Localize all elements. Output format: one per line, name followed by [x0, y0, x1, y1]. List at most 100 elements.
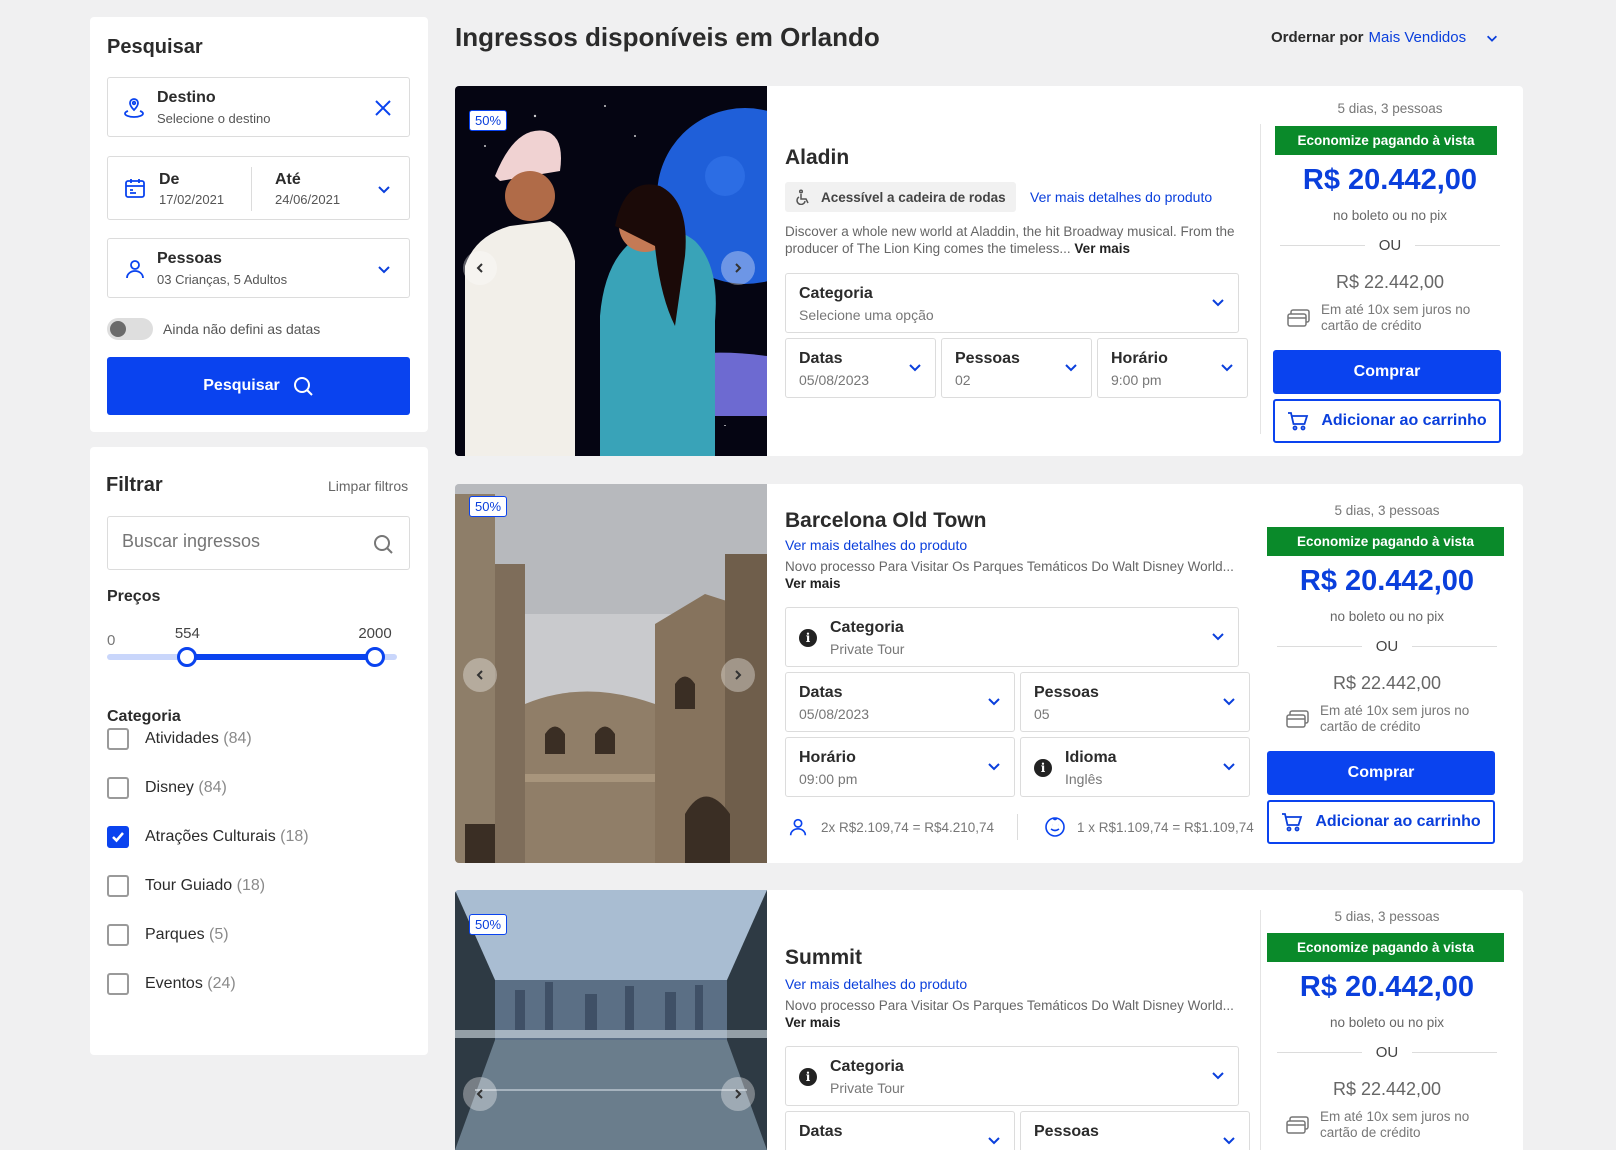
category-count: (18)	[280, 828, 309, 845]
ticket-search-input[interactable]	[122, 531, 362, 552]
people-select[interactable]: Pessoas 05	[1020, 672, 1250, 732]
image-prev-button[interactable]	[463, 251, 497, 285]
installments-text: Em até 10x sem juros no cartão de crédit…	[1321, 302, 1471, 333]
add-to-cart-button[interactable]: Adicionar ao carrinho	[1267, 800, 1495, 844]
from-label: De	[159, 171, 180, 188]
close-icon[interactable]	[374, 99, 392, 117]
price-old: R$ 22.442,00	[1335, 272, 1445, 292]
time-select[interactable]: Horário 09:00 pm	[785, 737, 1015, 797]
category-checkbox[interactable]	[107, 875, 129, 897]
category-option-label[interactable]: Tour Guiado (18)	[145, 877, 265, 895]
adult-icon	[789, 818, 807, 836]
people-select[interactable]: Pessoas	[1020, 1111, 1250, 1150]
price-slider-low-handle[interactable]	[177, 647, 198, 667]
category-select[interactable]: i Categoria Private Tour	[785, 607, 1239, 667]
category-name: Eventos	[145, 975, 203, 992]
chevron-down-icon[interactable]	[376, 261, 392, 277]
dates-select-value: 05/08/2023	[799, 706, 870, 722]
category-checkbox[interactable]	[107, 777, 129, 799]
price-value: R$ 20.442,00	[1299, 971, 1475, 1003]
category-name: Atrações Culturais	[145, 828, 276, 845]
add-to-cart-button[interactable]: Adicionar ao carrinho	[1273, 399, 1501, 443]
people-value: 03 Crianças, 5 Adultos	[157, 272, 288, 287]
details-link[interactable]: Ver mais detalhes do produto	[785, 976, 967, 992]
chevron-left-icon	[476, 670, 483, 680]
price-method: no boleto ou no pix	[1332, 208, 1448, 223]
category-option-label[interactable]: Disney (84)	[145, 779, 227, 797]
product-card-summit: 50% Summit Ver mais detalhes do produto …	[455, 890, 1523, 1150]
category-checkbox[interactable]	[107, 826, 129, 848]
clear-filters-link[interactable]: Limpar filtros	[328, 478, 408, 494]
dates-select-value: 05/08/2023	[799, 372, 870, 388]
price-slider-track[interactable]	[107, 647, 397, 667]
image-next-button[interactable]	[721, 658, 755, 692]
price-slider-high-handle[interactable]	[365, 647, 385, 667]
details-link[interactable]: Ver mais detalhes do produto	[1030, 189, 1212, 205]
installments-text: Em até 10x sem juros no cartão de crédit…	[1320, 1109, 1470, 1140]
search-icon[interactable]	[372, 533, 394, 555]
buy-button[interactable]: Comprar	[1267, 751, 1495, 795]
ticket-search-field[interactable]	[107, 516, 410, 570]
date-range-field[interactable]: De 17/02/2021 Até 24/06/2021	[107, 156, 410, 220]
buy-button[interactable]: Comprar	[1273, 350, 1501, 394]
category-option-label[interactable]: Atividades (84)	[145, 730, 252, 748]
category-checkbox[interactable]	[107, 728, 129, 750]
price-min-label: 0	[107, 632, 116, 649]
category-checkbox[interactable]	[107, 924, 129, 946]
see-more-link[interactable]: Ver mais	[785, 1015, 841, 1030]
discount-badge: 50%	[469, 914, 508, 935]
from-value: 17/02/2021	[159, 192, 225, 207]
people-select-label: Pessoas	[1034, 1123, 1099, 1140]
product-title: Aladin	[785, 146, 850, 169]
prices-label: Preços	[107, 588, 161, 605]
category-name: Disney	[145, 779, 194, 796]
adult-price-breakdown: 2x R$2.109,74 = R$4.210,74	[821, 820, 995, 835]
chevron-down-icon	[1212, 299, 1224, 307]
chevron-down-icon[interactable]	[376, 181, 392, 197]
image-prev-button[interactable]	[463, 658, 497, 692]
calendar-icon	[125, 179, 145, 198]
image-next-button[interactable]	[721, 251, 755, 285]
category-select-value: Selecione uma opção	[799, 307, 934, 323]
destination-field[interactable]: Destino Selecione o destino	[107, 77, 410, 137]
time-select[interactable]: Horário 9:00 pm	[1097, 338, 1248, 398]
image-next-button[interactable]	[721, 1077, 755, 1111]
page-title: Ingressos disponíveis em Orlando	[455, 22, 880, 52]
people-select[interactable]: Pessoas 02	[941, 338, 1092, 398]
add-to-cart-label: Adicionar ao carrinho	[1321, 412, 1487, 429]
dates-toggle[interactable]	[107, 318, 153, 340]
people-select-value: 05	[1034, 706, 1050, 722]
dates-select[interactable]: Datas 05/08/2023	[785, 672, 1015, 732]
product-description: Novo processo Para Visitar Os Parques Te…	[785, 997, 1240, 1031]
see-more-link[interactable]: Ver mais	[785, 576, 841, 591]
child-icon	[1045, 817, 1065, 837]
dates-select[interactable]: Datas 05/08/2023	[785, 338, 936, 398]
category-select[interactable]: Categoria Selecione uma opção	[785, 273, 1239, 333]
sort-control[interactable]: Ordernar por Mais Vendidos	[1271, 29, 1499, 46]
search-button[interactable]: Pesquisar	[107, 357, 410, 415]
see-more-link[interactable]: Ver mais	[1074, 241, 1130, 256]
category-name: Parques	[145, 926, 205, 943]
details-link[interactable]: Ver mais detalhes do produto	[785, 537, 967, 553]
price-method: no boleto ou no pix	[1329, 609, 1445, 624]
people-select-label: Pessoas	[1034, 684, 1099, 701]
promo-banner: Economize pagando à vista	[1267, 933, 1504, 962]
category-select-label: Categoria	[830, 619, 904, 636]
language-select[interactable]: i Idioma Inglês	[1020, 737, 1250, 797]
category-title: Categoria	[107, 708, 181, 725]
image-prev-button[interactable]	[463, 1077, 497, 1111]
person-icon	[126, 260, 144, 279]
category-option-label[interactable]: Eventos (24)	[145, 975, 236, 993]
category-option-label[interactable]: Atrações Culturais (18)	[145, 828, 309, 846]
to-value: 24/06/2021	[275, 192, 341, 207]
chevron-down-icon	[1221, 364, 1233, 372]
category-count: (84)	[198, 779, 227, 796]
category-checkbox[interactable]	[107, 973, 129, 995]
to-label: Até	[275, 171, 301, 188]
category-select[interactable]: i Categoria Private Tour	[785, 1046, 1239, 1106]
dates-select[interactable]: Datas	[785, 1111, 1015, 1150]
price-old: R$ 22.442,00	[1332, 1079, 1442, 1099]
category-option-label[interactable]: Parques (5)	[145, 926, 229, 944]
toggle-knob	[110, 321, 126, 337]
people-field[interactable]: Pessoas 03 Crianças, 5 Adultos	[107, 238, 410, 298]
